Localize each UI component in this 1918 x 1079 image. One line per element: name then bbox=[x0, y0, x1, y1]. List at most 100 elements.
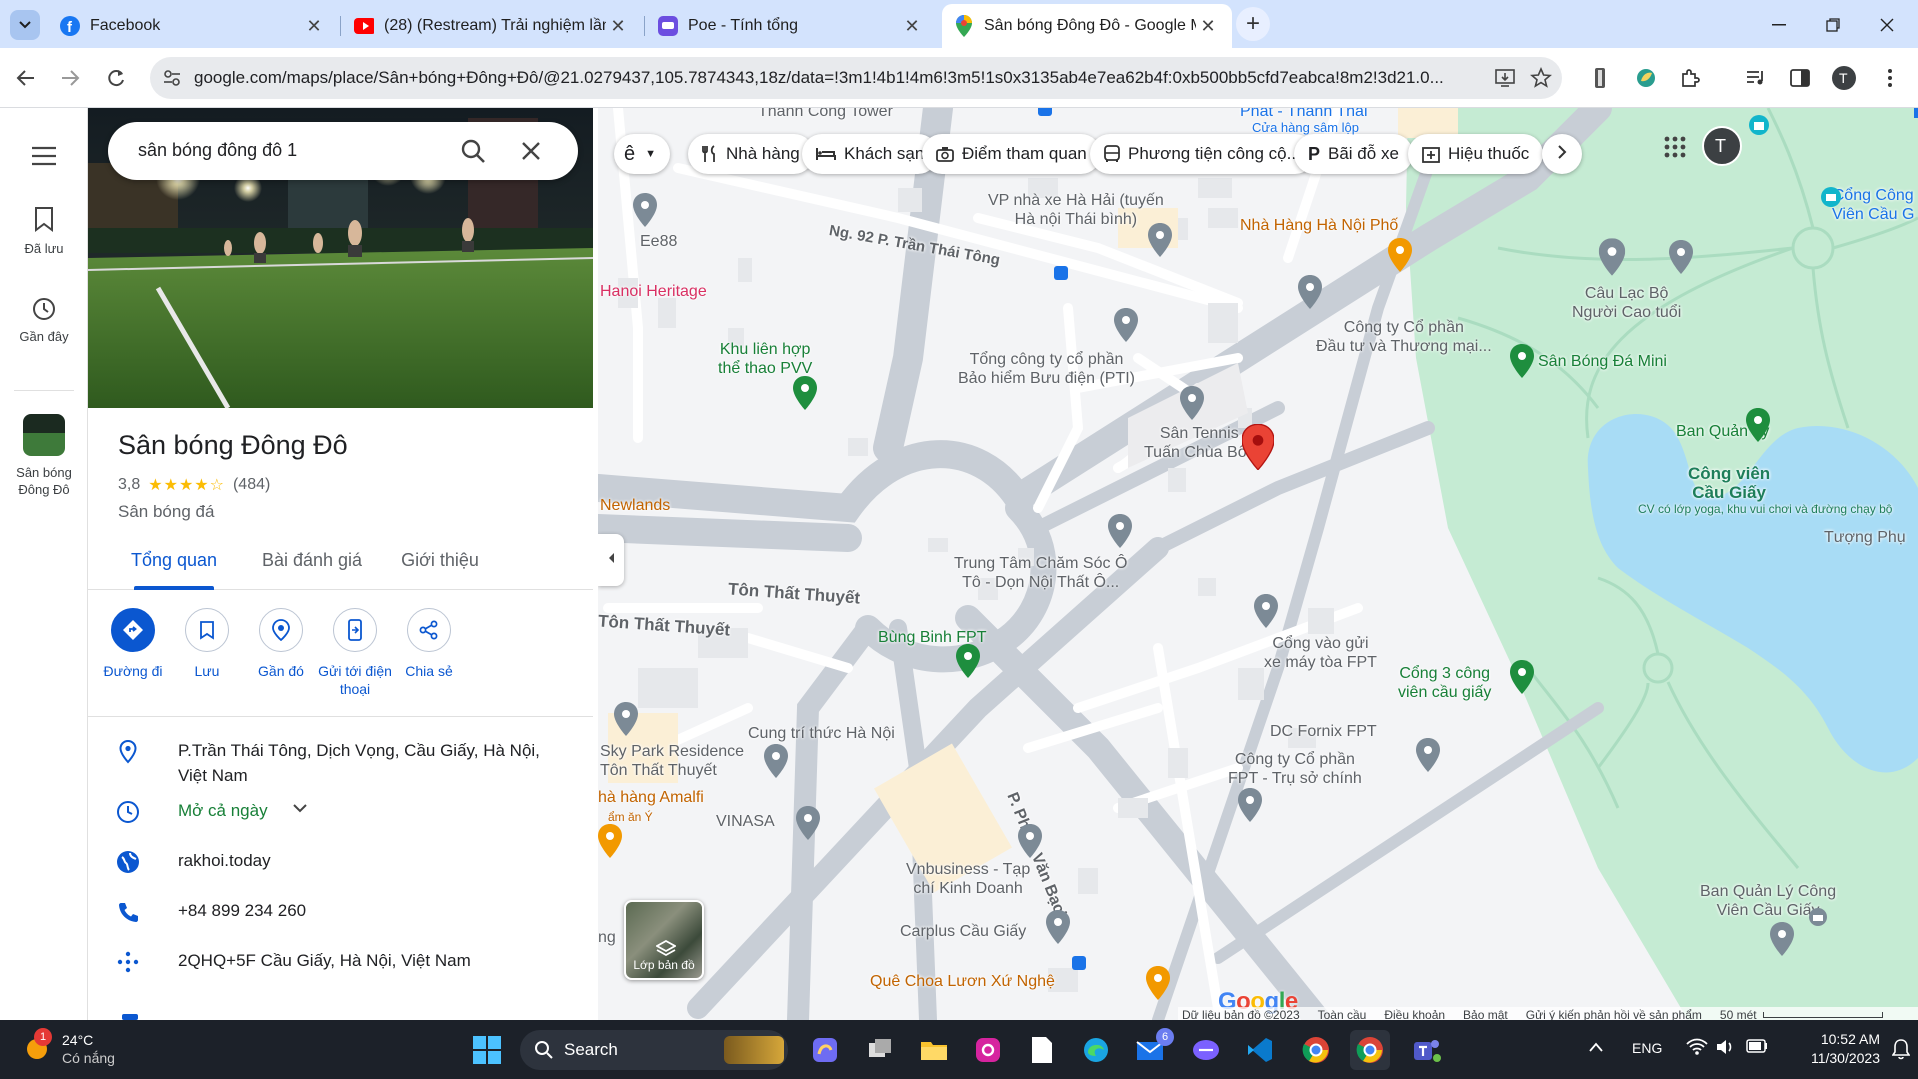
forward-button[interactable] bbox=[54, 62, 86, 94]
park-pin-icon[interactable] bbox=[1510, 344, 1534, 378]
notepad-app[interactable] bbox=[1022, 1030, 1062, 1070]
place-pin-icon[interactable] bbox=[1598, 238, 1626, 276]
browser-menu-icon[interactable] bbox=[1874, 62, 1906, 94]
language-indicator[interactable]: ENG bbox=[1632, 1040, 1662, 1056]
bus-stop-icon[interactable] bbox=[1054, 266, 1068, 280]
review-count[interactable]: (484) bbox=[233, 476, 270, 494]
chrome-profile-app[interactable] bbox=[1350, 1030, 1390, 1070]
start-button[interactable] bbox=[467, 1030, 507, 1070]
bookmark-star-icon[interactable] bbox=[1530, 66, 1552, 94]
task-view-app[interactable] bbox=[860, 1030, 900, 1070]
notification-bell-icon[interactable] bbox=[1891, 1038, 1911, 1065]
store-pin-icon[interactable] bbox=[1748, 114, 1770, 136]
map-label[interactable]: Tổng công ty cổ phần Bảo hiểm Bưu điện (… bbox=[958, 350, 1135, 388]
place-pin-icon[interactable] bbox=[1046, 910, 1070, 944]
map-label[interactable]: hà hàng Amalfi bbox=[598, 788, 704, 807]
back-button[interactable] bbox=[10, 62, 42, 94]
tab-youtube[interactable]: (28) (Restream) Trải nghiệm lần ✕ bbox=[342, 4, 642, 48]
map-label[interactable]: Cổng 3 công viên cầu giấy bbox=[1398, 664, 1491, 702]
map-label[interactable]: VINASA bbox=[716, 812, 775, 831]
place-category[interactable]: Sân bóng đá bbox=[118, 502, 214, 522]
tab-google-maps[interactable]: Sân bóng Đông Đô - Google M ✕ bbox=[942, 4, 1232, 48]
rail-recent-place[interactable]: Sân bóng Đông Đô bbox=[0, 414, 88, 498]
maximize-button[interactable] bbox=[1818, 12, 1848, 38]
chip-hotels[interactable]: Khách sạn bbox=[802, 134, 939, 174]
close-tab-icon[interactable]: ✕ bbox=[1196, 16, 1220, 37]
reload-button[interactable] bbox=[100, 62, 132, 94]
collapse-panel-button[interactable] bbox=[598, 534, 624, 586]
map-label[interactable]: Tượng Phụ bbox=[1824, 528, 1906, 547]
clock[interactable]: 10:52 AM 11/30/2023 bbox=[1790, 1030, 1880, 1068]
search-box[interactable]: sân bóng đông đô 1 bbox=[108, 122, 578, 180]
map-label[interactable]: Thành Công Tower bbox=[758, 108, 893, 121]
map-label[interactable]: DC Fornix FPT bbox=[1270, 722, 1377, 741]
map-label[interactable]: Vnbusiness - Tạp chí Kinh Doanh bbox=[906, 860, 1030, 898]
map-label[interactable]: Sân Bóng Đá Mini bbox=[1538, 352, 1667, 371]
place-pin-icon[interactable] bbox=[1669, 240, 1693, 274]
taskbar-search[interactable]: Search bbox=[520, 1030, 788, 1070]
landmark-icon[interactable] bbox=[1808, 906, 1828, 928]
place-pin-icon[interactable] bbox=[764, 744, 788, 778]
install-app-icon[interactable] bbox=[1494, 67, 1516, 94]
map-label[interactable]: Nhà Hàng Hà Nội Phố bbox=[1240, 216, 1398, 235]
chevron-down-icon[interactable] bbox=[292, 800, 308, 821]
show-hidden-icons-button[interactable] bbox=[1588, 1040, 1604, 1058]
chip-pharmacy[interactable]: Hiệu thuốc bbox=[1408, 134, 1544, 174]
edge-app[interactable] bbox=[1076, 1030, 1116, 1070]
restaurant-pin-icon[interactable] bbox=[1388, 238, 1412, 272]
maps-profile-avatar[interactable]: T bbox=[1702, 126, 1742, 171]
map-label[interactable]: Cung trí thức Hà Nội bbox=[748, 724, 895, 743]
map-label[interactable]: VP nhà xe Hà Hải (tuyến Hà nội Thái bình… bbox=[988, 191, 1164, 229]
chat-app[interactable] bbox=[1186, 1030, 1226, 1070]
address-bar[interactable]: google.com/maps/place/Sân+bóng+Đông+Đô/@… bbox=[150, 57, 1562, 99]
park-pin-icon[interactable] bbox=[1510, 660, 1534, 694]
wifi-icon[interactable] bbox=[1686, 1038, 1708, 1061]
close-tab-icon[interactable]: ✕ bbox=[302, 16, 326, 37]
place-pin-icon[interactable] bbox=[1108, 514, 1132, 548]
battery-icon[interactable] bbox=[1746, 1039, 1768, 1058]
layers-button[interactable]: Lớp bản đồ bbox=[624, 900, 704, 980]
chip-parking[interactable]: P Bãi đỗ xe bbox=[1294, 134, 1413, 174]
place-pin-icon[interactable] bbox=[1770, 922, 1794, 956]
map-label[interactable]: Sky Park Residence Tôn Thất Thuyết bbox=[600, 742, 744, 780]
rail-saved[interactable]: Đã lưu bbox=[0, 206, 88, 256]
place-pin-icon[interactable] bbox=[1180, 386, 1204, 420]
map-label[interactable]: Hanoi Heritage bbox=[600, 282, 707, 301]
map-label[interactable]: Câu Lạc Bộ Người Cao tuổi bbox=[1572, 284, 1681, 322]
extension-icon[interactable] bbox=[1584, 62, 1616, 94]
place-pin-icon[interactable] bbox=[1238, 788, 1262, 822]
map-label[interactable]: Cổng vào gửi xe máy tòa FPT bbox=[1264, 634, 1377, 672]
park-pin-icon[interactable] bbox=[1746, 408, 1770, 442]
place-pin-icon[interactable] bbox=[1254, 594, 1278, 628]
search-input[interactable]: sân bóng đông đô 1 bbox=[138, 140, 297, 161]
close-tab-icon[interactable]: ✕ bbox=[900, 16, 924, 37]
park-pin-icon[interactable] bbox=[793, 376, 817, 410]
tab-search-button[interactable] bbox=[10, 10, 40, 40]
chip-attractions[interactable]: Điểm tham quan bbox=[922, 134, 1101, 174]
place-pin-icon[interactable] bbox=[1114, 308, 1138, 342]
map-label[interactable]: Carplus Cầu Giấy bbox=[900, 922, 1026, 941]
place-pin-icon[interactable] bbox=[1148, 223, 1172, 257]
map-label[interactable]: Quê Choa Lươn Xứ Nghệ bbox=[870, 972, 1055, 991]
place-pin-icon[interactable] bbox=[796, 806, 820, 840]
place-pin-icon[interactable] bbox=[1298, 275, 1322, 309]
map-type-toggle[interactable]: ê ▼ bbox=[614, 134, 670, 174]
chrome-app[interactable] bbox=[1296, 1030, 1336, 1070]
restaurant-pin-icon[interactable] bbox=[1146, 966, 1170, 1000]
chip-restaurants[interactable]: Nhà hàng bbox=[688, 134, 814, 174]
park-pin-icon[interactable] bbox=[956, 644, 980, 678]
place-pin-icon[interactable] bbox=[633, 193, 657, 227]
map-label[interactable]: Khu liên hợp thể thao PVV bbox=[718, 340, 812, 378]
instagram-app[interactable] bbox=[968, 1030, 1008, 1070]
new-tab-button[interactable]: + bbox=[1236, 7, 1270, 41]
url-text[interactable]: google.com/maps/place/Sân+bóng+Đông+Đô/@… bbox=[194, 68, 1454, 88]
tab-about[interactable]: Giới thiệu bbox=[388, 550, 492, 571]
minimize-button[interactable] bbox=[1764, 12, 1794, 38]
volume-icon[interactable] bbox=[1716, 1038, 1736, 1061]
menu-button[interactable] bbox=[0, 146, 88, 169]
place-pin-icon[interactable] bbox=[614, 702, 638, 736]
vscode-app[interactable] bbox=[1240, 1030, 1280, 1070]
website-link[interactable]: rakhoi.today bbox=[178, 848, 558, 873]
teams-app[interactable] bbox=[1406, 1030, 1446, 1070]
bus-stop-icon[interactable] bbox=[1038, 108, 1052, 116]
